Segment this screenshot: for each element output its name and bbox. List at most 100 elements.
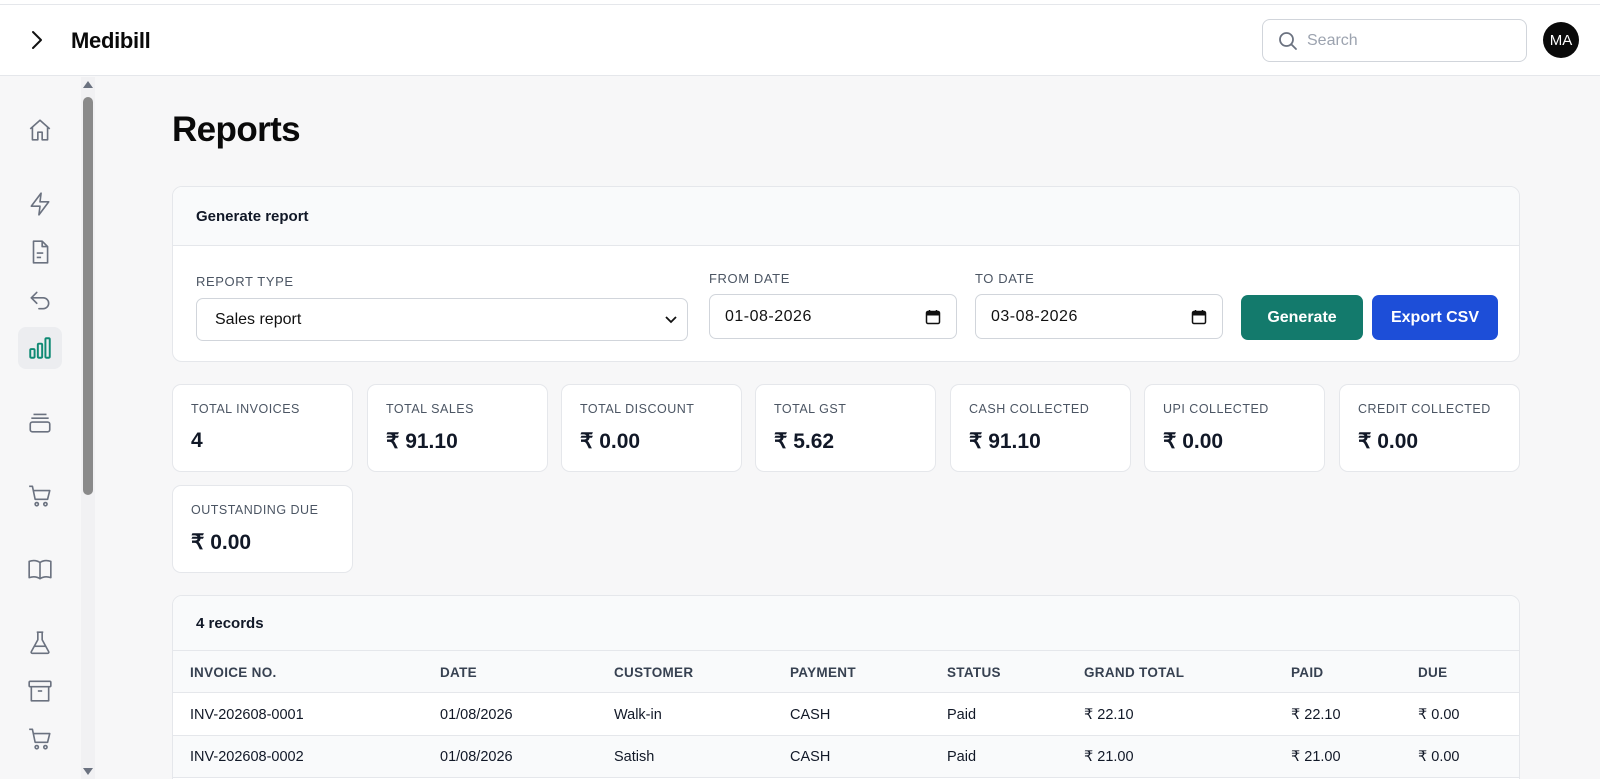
cart-icon	[29, 728, 51, 750]
from-date-label: FROM DATE	[709, 271, 790, 286]
sidebar-scrollbar-thumb[interactable]	[83, 97, 93, 495]
to-date-value: 03-08-2026	[991, 308, 1078, 325]
chevron-down-icon	[665, 316, 677, 324]
date-cell: 01/08/2026	[440, 749, 513, 765]
report-type-select[interactable]: Sales report	[196, 298, 688, 341]
expand-sidebar-button[interactable]	[24, 27, 50, 53]
calendar-icon[interactable]	[925, 309, 941, 325]
customer-cell: Walk-in	[614, 707, 662, 723]
book-icon	[28, 559, 52, 580]
export-csv-button[interactable]: Export CSV	[1372, 295, 1498, 340]
due-cell: ₹ 0.00	[1418, 707, 1460, 723]
status-cell: Paid	[947, 707, 977, 723]
calendar-icon[interactable]	[1191, 309, 1207, 325]
stat-label: CASH COLLECTED	[969, 402, 1090, 416]
stat-card-outstanding-due: OUTSTANDING DUE ₹ 0.00	[172, 485, 353, 573]
table-row[interactable]: INV-202608-0001 01/08/2026 Walk-in CASH …	[173, 694, 1519, 736]
stat-card-total-invoices: TOTAL INVOICES 4	[172, 384, 353, 472]
report-type-value: Sales report	[215, 311, 302, 328]
column-header[interactable]: GRAND TOTAL	[1084, 665, 1184, 680]
top-bar: Medibill MA	[0, 5, 1600, 76]
due-cell: ₹ 0.00	[1418, 749, 1460, 765]
stat-value: ₹ 0.00	[1358, 430, 1419, 453]
invoice-no-cell: INV-202608-0002	[190, 749, 304, 765]
scroll-down-arrow-icon[interactable]	[83, 767, 93, 777]
sidebar-item-invoices[interactable]	[18, 231, 62, 273]
home-icon	[29, 119, 51, 141]
stat-label: OUTSTANDING DUE	[191, 503, 319, 517]
search-box[interactable]	[1262, 19, 1527, 62]
sidebar-item-catalog[interactable]	[18, 548, 62, 590]
column-header[interactable]: INVOICE NO.	[190, 665, 277, 680]
column-header[interactable]: STATUS	[947, 665, 1001, 680]
date-cell: 01/08/2026	[440, 707, 513, 723]
stat-label: TOTAL SALES	[386, 402, 474, 416]
column-header[interactable]: PAID	[1291, 665, 1323, 680]
stat-card-total-gst: TOTAL GST ₹ 5.62	[755, 384, 936, 472]
generate-report-heading: Generate report	[196, 208, 309, 225]
chevron-right-icon	[32, 31, 42, 49]
sidebar-item-orders[interactable]	[18, 718, 62, 760]
column-header[interactable]: CUSTOMER	[614, 665, 693, 680]
avatar[interactable]: MA	[1543, 22, 1579, 58]
payment-cell: CASH	[790, 749, 831, 765]
bolt-icon	[30, 192, 50, 216]
stat-card-upi-collected: UPI COLLECTED ₹ 0.00	[1144, 384, 1325, 472]
sidebar-item-archive[interactable]	[18, 670, 62, 712]
stat-label: TOTAL INVOICES	[191, 402, 300, 416]
search-icon	[1279, 32, 1297, 50]
archive-icon	[28, 680, 52, 702]
flask-icon	[30, 631, 50, 655]
from-date-value: 01-08-2026	[725, 308, 812, 325]
stat-value: ₹ 0.00	[1163, 430, 1224, 453]
records-header: 4 records	[173, 596, 1519, 651]
archive-box-icon	[29, 413, 51, 433]
stat-card-total-sales: TOTAL SALES ₹ 91.10	[367, 384, 548, 472]
stat-label: TOTAL DISCOUNT	[580, 402, 695, 416]
stat-value: ₹ 0.00	[191, 531, 252, 554]
sidebar-item-lab[interactable]	[18, 622, 62, 664]
paid-cell: ₹ 21.00	[1291, 749, 1341, 765]
customer-cell: Satish	[614, 749, 655, 765]
stat-value: ₹ 91.10	[386, 430, 458, 453]
records-table-card: 4 records INVOICE NO. DATE CUSTOMER PAYM…	[172, 595, 1520, 779]
stat-value: ₹ 91.10	[969, 430, 1041, 453]
to-date-input[interactable]: 03-08-2026	[975, 294, 1223, 339]
payment-cell: CASH	[790, 707, 831, 723]
sidebar-item-purchases[interactable]	[18, 475, 62, 517]
stat-label: UPI COLLECTED	[1163, 402, 1269, 416]
to-date-label: TO DATE	[975, 271, 1035, 286]
stat-card-total-discount: TOTAL DISCOUNT ₹ 0.00	[561, 384, 742, 472]
stat-card-cash-collected: CASH COLLECTED ₹ 91.10	[950, 384, 1131, 472]
status-cell: Paid	[947, 749, 977, 765]
table-row[interactable]: INV-202608-0002 01/08/2026 Satish CASH P…	[173, 736, 1519, 778]
column-header[interactable]: PAYMENT	[790, 665, 856, 680]
search-input[interactable]	[1307, 26, 1517, 56]
report-type-label: REPORT TYPE	[196, 274, 294, 289]
cart-icon	[29, 485, 51, 507]
stat-label: CREDIT COLLECTED	[1358, 402, 1491, 416]
sidebar-item-returns[interactable]	[18, 279, 62, 321]
return-icon	[30, 291, 50, 310]
records-count: 4 records	[196, 615, 264, 632]
stat-label: TOTAL GST	[774, 402, 847, 416]
sidebar-item-inventory[interactable]	[18, 401, 62, 443]
sidebar	[0, 77, 95, 779]
generate-button[interactable]: Generate	[1241, 295, 1363, 340]
stat-value: ₹ 0.00	[580, 430, 641, 453]
column-header[interactable]: DATE	[440, 665, 477, 680]
paid-cell: ₹ 22.10	[1291, 707, 1341, 723]
sidebar-item-home[interactable]	[18, 109, 62, 151]
sidebar-item-reports[interactable]	[18, 327, 62, 369]
sidebar-item-quick-bill[interactable]	[18, 183, 62, 225]
page-title: Reports	[172, 110, 301, 149]
document-icon	[32, 240, 49, 264]
scroll-up-arrow-icon[interactable]	[83, 79, 93, 89]
app-title: Medibill	[71, 28, 151, 53]
from-date-input[interactable]: 01-08-2026	[709, 294, 957, 339]
stat-card-credit-collected: CREDIT COLLECTED ₹ 0.00	[1339, 384, 1520, 472]
invoice-no-cell: INV-202608-0001	[190, 707, 304, 723]
grand-total-cell: ₹ 22.10	[1084, 707, 1134, 723]
grand-total-cell: ₹ 21.00	[1084, 749, 1134, 765]
column-header[interactable]: DUE	[1418, 665, 1447, 680]
